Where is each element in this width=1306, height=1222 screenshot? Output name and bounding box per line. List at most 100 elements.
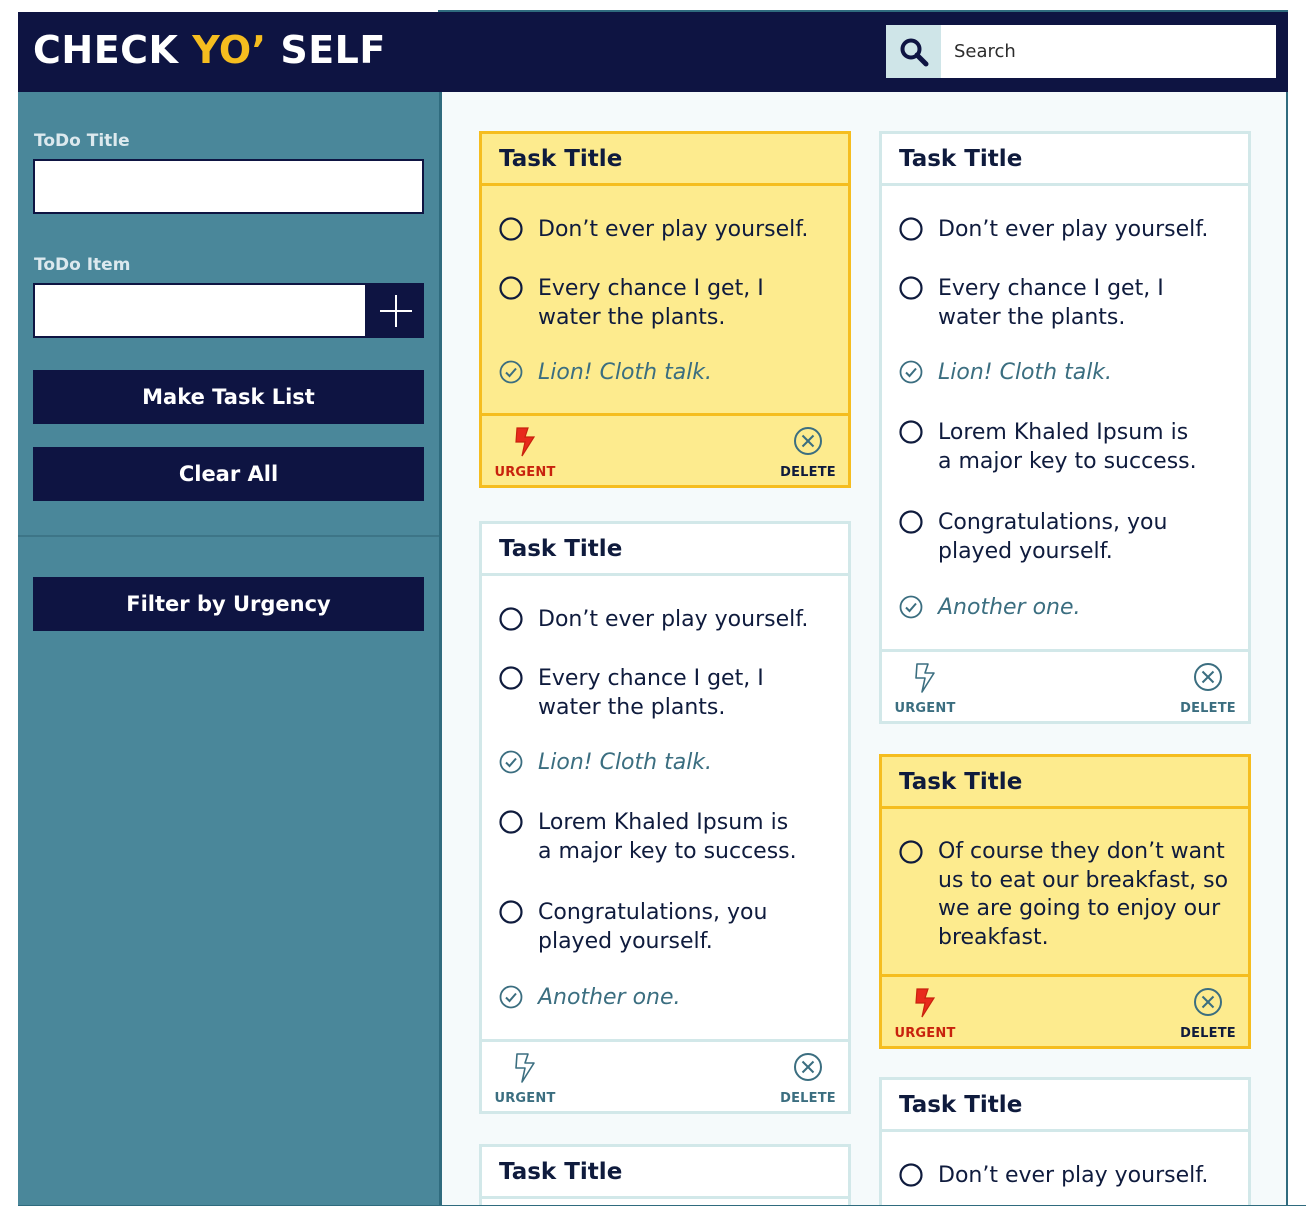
card-footer: URGENT DELETE [882, 974, 1248, 1046]
task-text: Every chance I get, I water the plants. [938, 276, 1164, 330]
task-text: Another one. [538, 985, 681, 1010]
unchecked-circle-icon [899, 840, 923, 864]
unchecked-circle-icon [499, 900, 523, 924]
check-circle-icon [499, 985, 523, 1009]
delete-x-circle-icon [1194, 663, 1222, 691]
unchecked-circle-icon [499, 666, 523, 690]
task-item[interactable]: Don’t ever play yourself. [899, 1161, 1234, 1190]
task-text: Every chance I get, I water the plants. [538, 276, 764, 330]
unchecked-circle-icon [899, 1163, 923, 1187]
task-item[interactable]: Don’t ever play yourself. [899, 215, 1234, 244]
task-item[interactable]: Of course they don’t want us to eat our … [899, 838, 1234, 952]
card-header: Task Title [882, 757, 1248, 809]
task-card: Task Title [479, 1144, 851, 1206]
task-item[interactable]: Every chance I get, I water the plants. [499, 274, 834, 332]
logo-text-yo: YO’ [192, 28, 267, 72]
card-footer: URGENT DELETE [482, 1039, 848, 1111]
task-text: Lion! Cloth talk. [538, 360, 713, 385]
search-button[interactable] [886, 25, 941, 78]
delete-label: DELETE [780, 1091, 836, 1106]
delete-button[interactable]: DELETE [1178, 658, 1238, 718]
card-header: Task Title [482, 1147, 848, 1199]
urgent-label: URGENT [494, 1091, 556, 1106]
card-task-list: Don’t ever play yourself. Every chance I… [882, 215, 1248, 622]
task-item[interactable]: Every chance I get, I water the plants. [899, 274, 1234, 332]
filter-by-urgency-button[interactable]: Filter by Urgency [33, 577, 424, 631]
unchecked-circle-icon [499, 607, 523, 631]
frame-bottom-line [18, 1205, 1306, 1206]
task-text: Every chance I get, I water the plants. [538, 666, 764, 720]
urgent-button[interactable]: URGENT [893, 983, 957, 1043]
task-text: Don’t ever play yourself. [538, 607, 809, 632]
lightning-bolt-icon [915, 988, 936, 1018]
lightning-bolt-icon [515, 1053, 535, 1083]
urgent-label: URGENT [894, 1026, 956, 1041]
task-item[interactable]: Congratulations, you played yourself. [499, 898, 834, 956]
card-footer: URGENT DELETE [882, 649, 1248, 721]
check-circle-icon [899, 360, 923, 384]
task-card-area: Task Title Don’t ever play yourself. Eve… [439, 92, 1288, 1206]
delete-button[interactable]: DELETE [778, 422, 838, 482]
task-item-completed[interactable]: Another one. [899, 593, 1234, 622]
task-item[interactable]: Congratulations, you played yourself. [899, 508, 1234, 566]
task-card: Task Title Of course they don’t want us … [879, 754, 1251, 1049]
unchecked-circle-icon [899, 510, 923, 534]
unchecked-circle-icon [899, 217, 923, 241]
delete-x-circle-icon [794, 427, 822, 455]
task-card: Task Title Don’t ever play yourself. [879, 1077, 1251, 1206]
task-text: Lion! Cloth talk. [938, 360, 1113, 385]
card-header: Task Title [882, 134, 1248, 186]
lightning-bolt-icon [915, 663, 935, 693]
todo-title-input[interactable] [33, 159, 424, 214]
urgent-button[interactable]: URGENT [493, 1048, 557, 1108]
sidebar-divider [18, 535, 439, 537]
delete-button[interactable]: DELETE [1178, 983, 1238, 1043]
task-item[interactable]: Lorem Khaled Ipsum is a major key to suc… [499, 808, 834, 866]
card-title: Task Title [899, 145, 1023, 172]
card-title: Task Title [899, 768, 1023, 795]
task-item-completed[interactable]: Lion! Cloth talk. [499, 358, 834, 387]
check-circle-icon [499, 360, 523, 384]
unchecked-circle-icon [899, 276, 923, 300]
task-text: Don’t ever play yourself. [938, 1163, 1209, 1188]
task-item[interactable]: Don’t ever play yourself. [499, 215, 834, 244]
delete-label: DELETE [1180, 1026, 1236, 1041]
task-text: Don’t ever play yourself. [938, 217, 1209, 242]
task-item[interactable]: Don’t ever play yourself. [499, 605, 834, 634]
delete-label: DELETE [780, 465, 836, 480]
urgent-button[interactable]: URGENT [493, 422, 557, 482]
card-footer: URGENT DELETE [482, 413, 848, 485]
task-text: Congratulations, you played yourself. [938, 510, 1168, 564]
delete-button[interactable]: DELETE [778, 1048, 838, 1108]
card-task-list: Of course they don’t want us to eat our … [882, 838, 1248, 952]
task-text: Another one. [938, 595, 1081, 620]
urgent-button[interactable]: URGENT [893, 658, 957, 718]
urgent-label: URGENT [894, 701, 956, 716]
task-card: Task Title Don’t ever play yourself. Eve… [879, 131, 1251, 724]
task-item[interactable]: Every chance I get, I water the plants. [499, 664, 834, 722]
logo-text-check: CHECK [33, 28, 193, 72]
unchecked-circle-icon [499, 810, 523, 834]
todo-title-label: ToDo Title [34, 131, 130, 151]
card-task-list: Don’t ever play yourself. Every chance I… [482, 605, 848, 1012]
task-item-completed[interactable]: Lion! Cloth talk. [899, 358, 1234, 387]
clear-all-button[interactable]: Clear All [33, 447, 424, 501]
task-text: Don’t ever play yourself. [538, 217, 809, 242]
search-icon [900, 38, 928, 66]
task-card: Task Title Don’t ever play yourself. Eve… [479, 521, 851, 1114]
card-title: Task Title [899, 1091, 1023, 1118]
task-text: Lorem Khaled Ipsum is a major key to suc… [938, 420, 1197, 474]
make-task-list-button[interactable]: Make Task List [33, 370, 424, 424]
card-title: Task Title [499, 145, 623, 172]
task-item-completed[interactable]: Another one. [499, 983, 834, 1012]
urgent-label: URGENT [494, 465, 556, 480]
todo-item-input[interactable] [33, 283, 367, 338]
task-item[interactable]: Lorem Khaled Ipsum is a major key to suc… [899, 418, 1234, 476]
sidebar: ToDo Title ToDo Item Make Task List Clea… [18, 92, 439, 1206]
search-input[interactable] [941, 25, 1276, 78]
task-item-completed[interactable]: Lion! Cloth talk. [499, 748, 834, 777]
app-header: CHECK YO’ SELF [18, 12, 1288, 92]
add-item-button[interactable] [367, 283, 424, 338]
card-header: Task Title [882, 1080, 1248, 1132]
plus-icon [379, 294, 412, 327]
